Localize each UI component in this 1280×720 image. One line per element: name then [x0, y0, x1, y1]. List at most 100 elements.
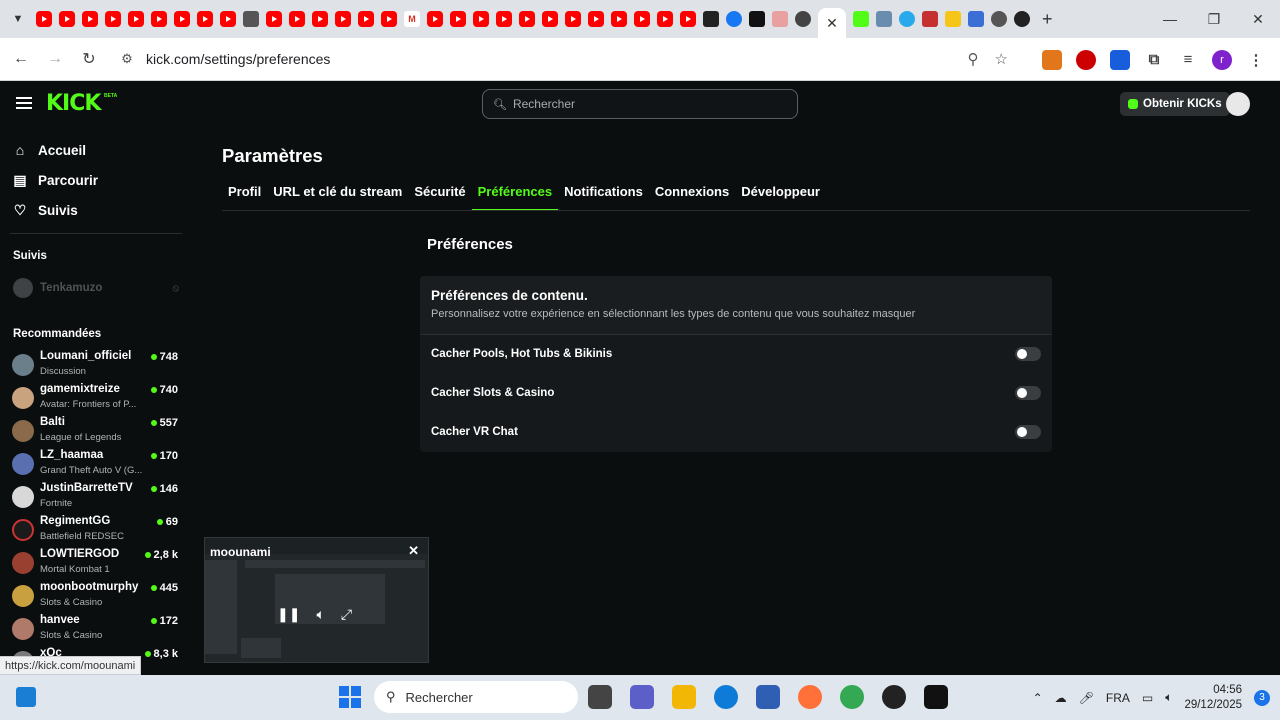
recommended-channel[interactable]: LZ_haamaa Grand Theft Auto V (G... 170	[12, 448, 182, 480]
tab-connections[interactable]: Connexions	[649, 180, 735, 211]
bitwarden-icon[interactable]	[1110, 49, 1130, 70]
youtube-tab-icon[interactable]	[496, 11, 512, 27]
youtube-tab-icon[interactable]	[312, 11, 328, 27]
tab-stream-key[interactable]: URL et clé du stream	[267, 180, 408, 211]
site-tab-icon[interactable]	[991, 11, 1007, 27]
adblock-icon[interactable]	[1076, 49, 1096, 70]
pause-icon[interactable]: ❚❚	[277, 606, 300, 623]
zoom-icon[interactable]: ⚲	[968, 50, 979, 68]
notification-badge[interactable]: 3	[1254, 689, 1270, 706]
gmail-tab-icon[interactable]: M	[404, 11, 420, 27]
minimize-icon[interactable]: —	[1148, 0, 1192, 38]
site-tab-icon[interactable]	[968, 11, 984, 27]
kick-green-tab-icon[interactable]	[945, 11, 961, 27]
metamask-icon[interactable]	[1042, 49, 1062, 70]
youtube-tab-icon[interactable]	[381, 11, 397, 27]
recommended-channel[interactable]: JustinBarretteTV Fortnite 146	[12, 481, 182, 513]
site-tab-icon[interactable]	[703, 11, 719, 27]
language-indicator[interactable]: FRA	[1106, 691, 1130, 705]
youtube-tab-icon[interactable]	[335, 11, 351, 27]
volume-icon[interactable]: 🔈︎	[316, 606, 324, 623]
youtube-tab-icon[interactable]	[36, 11, 52, 27]
forward-icon[interactable]: →	[38, 42, 72, 76]
cloud-icon[interactable]: ☁	[1055, 691, 1067, 705]
youtube-tab-icon[interactable]	[266, 11, 282, 27]
youtube-tab-icon[interactable]	[82, 11, 98, 27]
close-window-icon[interactable]: ✕	[1236, 0, 1280, 38]
youtube-tab-icon[interactable]	[59, 11, 75, 27]
youtube-tab-icon[interactable]	[289, 11, 305, 27]
sidebar-item-following[interactable]: ♡ Suivis	[12, 202, 78, 219]
expand-icon[interactable]: ⤢	[341, 606, 352, 623]
reading-list-icon[interactable]: ≡	[1178, 50, 1198, 70]
network-icon[interactable]: ▭	[1142, 691, 1153, 705]
hide-slots-toggle[interactable]	[1015, 386, 1041, 400]
taskbar-search[interactable]: ⚲ Rechercher	[374, 681, 578, 713]
back-icon[interactable]: ←	[4, 42, 38, 76]
site-tab-icon[interactable]	[922, 11, 938, 27]
get-kicks-button[interactable]: Obtenir KICKs	[1120, 92, 1230, 116]
youtube-tab-icon[interactable]	[519, 11, 535, 27]
kick-tab-icon[interactable]	[853, 11, 869, 27]
store-icon[interactable]	[756, 685, 780, 709]
url-text[interactable]: kick.com/settings/preferences	[146, 51, 330, 67]
youtube-tab-icon[interactable]	[473, 11, 489, 27]
youtube-tab-icon[interactable]	[220, 11, 236, 27]
profile-avatar[interactable]: r	[1212, 49, 1232, 70]
tab-notifications[interactable]: Notifications	[558, 180, 649, 211]
youtube-tab-icon[interactable]	[611, 11, 627, 27]
github-tab-icon[interactable]	[1014, 11, 1030, 27]
recommended-channel[interactable]: Balti League of Legends 557	[12, 415, 182, 447]
recommended-channel[interactable]: gamemixtreize Avatar: Frontiers of P... …	[12, 382, 182, 414]
facebook-tab-icon[interactable]	[726, 11, 742, 27]
speaker-icon[interactable]: 🔈︎	[1165, 690, 1172, 705]
file-explorer-icon[interactable]	[672, 685, 696, 709]
youtube-tab-icon[interactable]	[542, 11, 558, 27]
start-button[interactable]	[339, 686, 361, 708]
omnibox[interactable]: ⚙ kick.com/settings/preferences ⚲ ☆	[112, 43, 1016, 75]
user-avatar[interactable]	[1226, 92, 1250, 116]
maximize-icon[interactable]: ❐	[1192, 0, 1236, 38]
site-tab-icon[interactable]	[876, 11, 892, 27]
kick-logo[interactable]: KICK	[46, 91, 101, 116]
mini-player[interactable]: moounami ✕ ❚❚ 🔈︎ ⤢	[204, 537, 429, 663]
youtube-tab-icon[interactable]	[197, 11, 213, 27]
mic-icon[interactable]: 🎤︎	[1079, 691, 1094, 705]
youtube-tab-icon[interactable]	[680, 11, 696, 27]
new-tab-button[interactable]: +	[1042, 9, 1053, 30]
tab-search-chevron-icon[interactable]: ▼	[4, 5, 32, 33]
hide-pools-toggle[interactable]	[1015, 347, 1041, 361]
recommended-channel[interactable]: Loumani_officiel Discussion 748	[12, 349, 182, 381]
site-tab-icon[interactable]	[749, 11, 765, 27]
telegram-tab-icon[interactable]	[899, 11, 915, 27]
site-tab-icon[interactable]	[243, 11, 259, 27]
chatgpt-tab-icon[interactable]	[795, 11, 811, 27]
site-info-icon[interactable]: ⚙	[112, 51, 142, 67]
firefox-icon[interactable]	[798, 685, 822, 709]
tiktok-icon[interactable]	[924, 685, 948, 709]
extensions-puzzle-icon[interactable]: ⧉	[1144, 50, 1164, 70]
youtube-tab-icon[interactable]	[358, 11, 374, 27]
search-input[interactable]: 🔍︎ Rechercher	[482, 89, 798, 119]
youtube-tab-icon[interactable]	[565, 11, 581, 27]
hide-vrchat-toggle[interactable]	[1015, 425, 1041, 439]
youtube-tab-icon[interactable]	[105, 11, 121, 27]
sidebar-item-browse[interactable]: ▤ Parcourir	[12, 172, 98, 189]
tab-security[interactable]: Sécurité	[408, 180, 471, 211]
task-view-icon[interactable]	[588, 685, 612, 709]
recommended-channel[interactable]: LOWTIERGOD Mortal Kombat 1 2,8 k	[12, 547, 182, 579]
youtube-tab-icon[interactable]	[174, 11, 190, 27]
chrome-menu-icon[interactable]: ⋮	[1246, 50, 1266, 70]
chrome-icon[interactable]	[840, 685, 864, 709]
widgets-icon[interactable]	[16, 687, 36, 707]
tab-developer[interactable]: Développeur	[735, 180, 826, 211]
youtube-tab-icon[interactable]	[634, 11, 650, 27]
teams-icon[interactable]	[630, 685, 654, 709]
reload-icon[interactable]: ↻	[72, 42, 106, 76]
youtube-tab-icon[interactable]	[427, 11, 443, 27]
chevron-up-icon[interactable]: ⌃	[1033, 691, 1043, 705]
hamburger-menu-icon[interactable]	[16, 97, 32, 109]
tab-preferences[interactable]: Préférences	[471, 180, 559, 211]
youtube-tab-icon[interactable]	[128, 11, 144, 27]
site-tab-icon[interactable]	[772, 11, 788, 27]
